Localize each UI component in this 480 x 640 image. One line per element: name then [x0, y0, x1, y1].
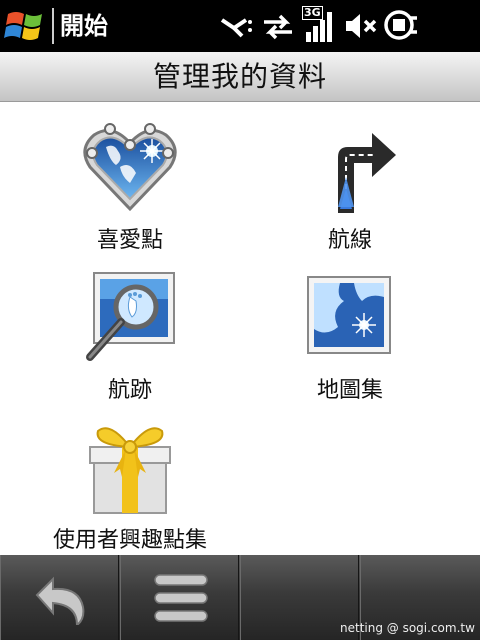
map-icon — [300, 267, 400, 367]
menu-item-maps[interactable]: 地圖集 — [240, 267, 460, 405]
menu-item-label: 地圖集 — [316, 378, 383, 403]
menu-item-routes[interactable]: 航線 — [240, 117, 460, 255]
page-title: 管理我的資料 — [152, 60, 327, 93]
menu-icon — [153, 573, 209, 627]
status-divider — [52, 8, 54, 44]
network-badge: 3G — [302, 6, 323, 20]
windows-start-icon[interactable] — [4, 6, 48, 46]
menu-item-label: 使用者興趣點集 — [52, 528, 207, 553]
menu-item-user-poi[interactable]: 使用者興趣點集 — [20, 417, 240, 555]
status-bar: 開始 3G — [0, 0, 480, 52]
speaker-muted-icon[interactable] — [344, 12, 378, 44]
content-area: 喜愛點 航線 航跡 地圖集 使用者興趣點集 — [0, 103, 480, 555]
menu-item-label: 喜愛點 — [96, 228, 163, 253]
gift-box-icon — [80, 417, 180, 517]
battery-icon[interactable] — [384, 8, 420, 46]
menu-button[interactable] — [120, 555, 239, 640]
watermark: netting @ sogi.com.tw — [340, 621, 475, 635]
connection-icon[interactable] — [220, 14, 256, 44]
menu-item-label: 航線 — [327, 228, 372, 253]
sync-arrows-icon[interactable] — [262, 14, 294, 44]
start-label[interactable]: 開始 — [60, 12, 108, 40]
title-bar: 管理我的資料 — [0, 52, 480, 102]
signal-strength-icon[interactable]: 3G — [302, 6, 338, 50]
menu-item-favorites[interactable]: 喜愛點 — [20, 117, 240, 255]
back-icon — [31, 571, 91, 629]
footprint-magnifier-icon — [80, 267, 180, 367]
route-arrow-icon — [300, 117, 400, 217]
menu-item-tracks[interactable]: 航跡 — [20, 267, 240, 405]
back-button[interactable] — [0, 555, 119, 640]
menu-item-label: 航跡 — [107, 378, 152, 403]
heart-icon — [80, 117, 180, 217]
